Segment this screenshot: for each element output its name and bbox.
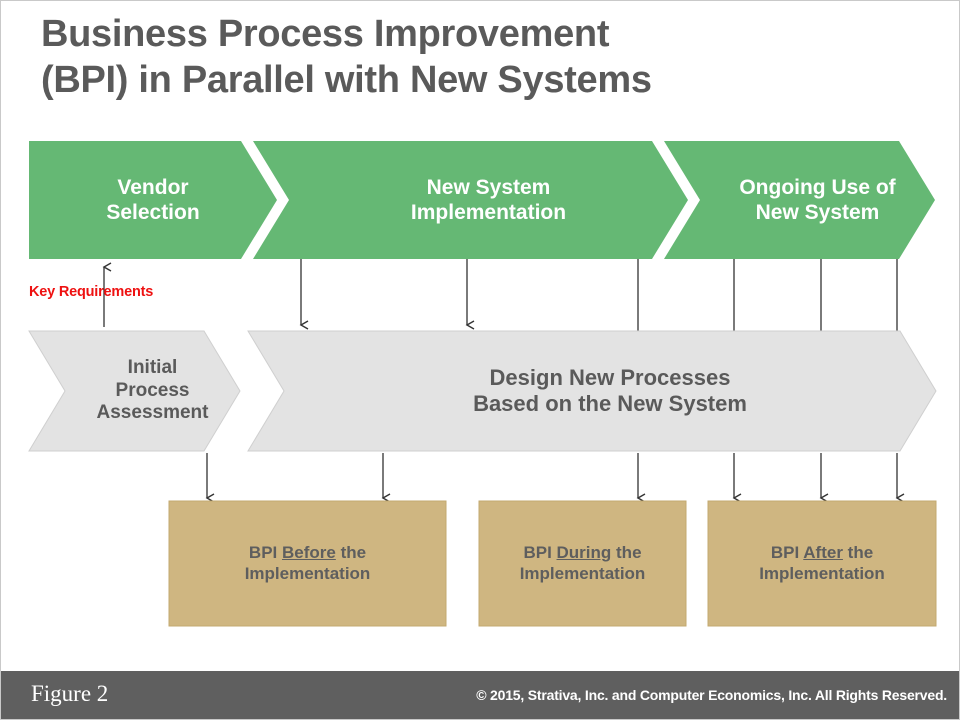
- gray-chevron-design-new-processes[interactable]: [247, 330, 937, 452]
- process-diagram: [28, 141, 937, 627]
- green-chevron-band: [29, 141, 935, 259]
- key-requirements-annotation: Key Requirements: [29, 284, 154, 300]
- bpi-box-before[interactable]: [168, 500, 447, 627]
- connectors-green-to-gray: [102, 259, 898, 331]
- figure-number: Figure 2: [31, 681, 109, 706]
- copyright-notice: © 2015, Strativa, Inc. and Computer Econ…: [476, 687, 947, 703]
- footer-bar: Figure 2 © 2015, Strativa, Inc. and Comp…: [1, 671, 959, 719]
- green-chevron-new-system-implementation[interactable]: [253, 141, 688, 259]
- green-chevron-vendor-selection[interactable]: [29, 141, 277, 259]
- slide-canvas: Business Process Improvement (BPI) in Pa…: [0, 0, 960, 720]
- green-chevron-ongoing-use[interactable]: [664, 141, 935, 259]
- gray-chevron-band: [28, 330, 937, 452]
- bpi-outcome-boxes: [168, 500, 937, 627]
- gray-chevron-initial-process-assessment[interactable]: [28, 330, 241, 452]
- connectors-gray-to-tan: [205, 453, 905, 503]
- bpi-box-after[interactable]: [707, 500, 937, 627]
- bpi-box-during[interactable]: [478, 500, 687, 627]
